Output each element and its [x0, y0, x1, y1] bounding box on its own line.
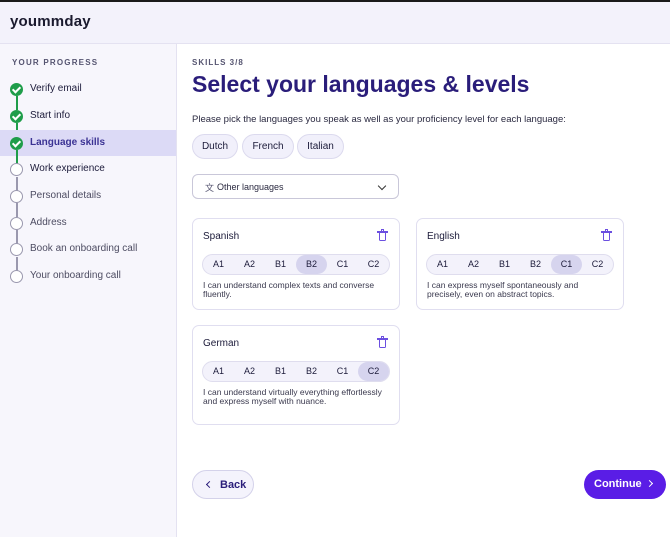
level-option-c2[interactable]: C2	[358, 362, 389, 381]
circle-icon	[10, 243, 23, 256]
step-book-onboarding-call[interactable]: Book an onboarding call	[0, 236, 176, 262]
step-label: Work experience	[30, 163, 105, 174]
main-content: SKILLS 3/8 Select your languages & level…	[177, 44, 670, 537]
level-option-c2[interactable]: C2	[582, 255, 613, 274]
trash-icon[interactable]	[377, 229, 388, 241]
select-label: Other languages	[217, 182, 284, 192]
chevron-left-icon	[205, 480, 214, 489]
level-option-b1[interactable]: B1	[265, 255, 296, 274]
chevron-right-icon	[645, 479, 654, 488]
language-chip-french[interactable]: French	[242, 134, 294, 159]
level-option-a2[interactable]: A2	[458, 255, 489, 274]
back-label: Back	[220, 479, 247, 491]
level-option-a1[interactable]: A1	[427, 255, 458, 274]
step-language-skills[interactable]: Language skills	[0, 130, 176, 156]
language-name: Spanish	[203, 231, 240, 242]
level-selector: A1 A2 B1 B2 C1 C2	[426, 254, 614, 275]
trash-icon[interactable]	[377, 336, 388, 348]
level-description: I can understand virtually everything ef…	[203, 387, 382, 406]
circle-icon	[10, 190, 23, 203]
brand-logo: yoummday	[10, 13, 91, 30]
level-option-a2[interactable]: A2	[234, 362, 265, 381]
language-name: English	[427, 231, 460, 242]
level-option-b2[interactable]: B2	[296, 255, 327, 274]
language-card-spanish: Spanish A1 A2 B1 B2 C1 C2 I can understa…	[192, 218, 400, 310]
level-option-c2[interactable]: C2	[358, 255, 389, 274]
sidebar-title: YOUR PROGRESS	[12, 58, 99, 67]
step-label: Language skills	[30, 137, 106, 148]
step-label: Verify email	[30, 83, 82, 94]
level-option-b1[interactable]: B1	[489, 255, 520, 274]
page-subtitle: Please pick the languages you speak as w…	[192, 114, 566, 125]
app-header: yoummday	[0, 0, 670, 44]
progress-sidebar: YOUR PROGRESS Verify email Start info La…	[0, 44, 177, 537]
step-verify-email[interactable]: Verify email	[0, 76, 176, 102]
check-icon	[10, 110, 23, 123]
chevron-down-icon	[377, 181, 387, 191]
level-selector: A1 A2 B1 B2 C1 C2	[202, 361, 390, 382]
other-languages-select[interactable]: 文 Other languages	[192, 174, 399, 199]
step-label: Address	[30, 217, 67, 228]
level-option-a2[interactable]: A2	[234, 255, 265, 274]
level-option-b1[interactable]: B1	[265, 362, 296, 381]
level-option-a1[interactable]: A1	[203, 255, 234, 274]
trash-icon[interactable]	[601, 229, 612, 241]
circle-icon	[10, 163, 23, 176]
step-label: Book an onboarding call	[30, 243, 138, 254]
language-card-english: English A1 A2 B1 B2 C1 C2 I can express …	[416, 218, 624, 310]
level-option-c1[interactable]: C1	[327, 255, 358, 274]
step-counter: SKILLS 3/8	[192, 58, 244, 67]
level-description: I can understand complex texts and conve…	[203, 280, 375, 299]
continue-label: Continue	[594, 478, 642, 490]
step-your-onboarding-call[interactable]: Your onboarding call	[0, 263, 176, 289]
continue-button[interactable]: Continue	[584, 470, 666, 499]
check-icon	[10, 137, 23, 150]
level-option-b2[interactable]: B2	[520, 255, 551, 274]
step-address[interactable]: Address	[0, 210, 176, 236]
step-work-experience[interactable]: Work experience	[0, 156, 176, 182]
step-start-info[interactable]: Start info	[0, 103, 176, 129]
step-personal-details[interactable]: Personal details	[0, 183, 176, 209]
level-option-b2[interactable]: B2	[296, 362, 327, 381]
level-option-c1[interactable]: C1	[327, 362, 358, 381]
page-title: Select your languages & levels	[192, 71, 530, 97]
step-label: Start info	[30, 110, 71, 121]
check-icon	[10, 83, 23, 96]
language-card-german: German A1 A2 B1 B2 C1 C2 I can understan…	[192, 325, 400, 425]
level-option-c1[interactable]: C1	[551, 255, 582, 274]
language-name: German	[203, 338, 240, 349]
language-chip-italian[interactable]: Italian	[297, 134, 344, 159]
language-chip-dutch[interactable]: Dutch	[192, 134, 238, 159]
translate-icon: 文	[205, 183, 215, 193]
circle-icon	[10, 270, 23, 283]
level-option-a1[interactable]: A1	[203, 362, 234, 381]
circle-icon	[10, 217, 23, 230]
back-button[interactable]: Back	[192, 470, 254, 499]
level-selector: A1 A2 B1 B2 C1 C2	[202, 254, 390, 275]
step-label: Personal details	[30, 190, 102, 201]
level-description: I can express myself spontaneously and p…	[427, 280, 579, 299]
step-label: Your onboarding call	[30, 270, 121, 281]
